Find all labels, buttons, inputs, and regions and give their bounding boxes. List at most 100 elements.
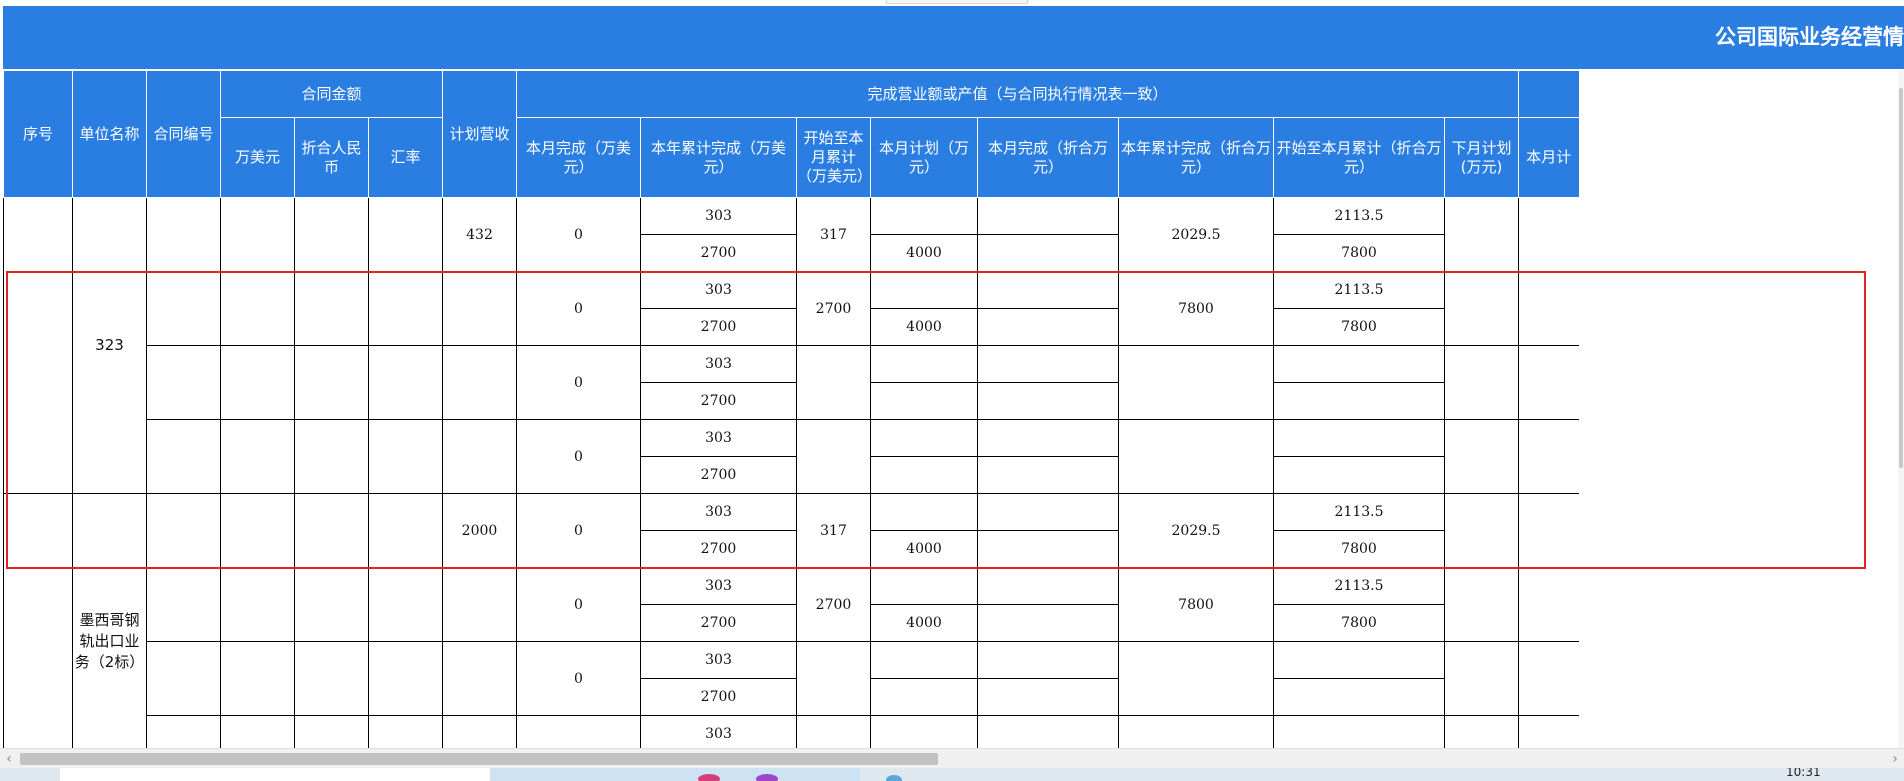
horizontal-scroll-thumb[interactable] <box>20 753 938 765</box>
rate-cell[interactable] <box>368 715 443 748</box>
rate-cell[interactable] <box>368 197 443 272</box>
contract-no-cell[interactable] <box>146 271 221 346</box>
year-cny-cell[interactable]: 7800 <box>1118 567 1274 642</box>
total-cny-cell[interactable] <box>1273 345 1445 383</box>
rmb-cell[interactable] <box>294 715 369 748</box>
month-cny-cell[interactable] <box>977 567 1119 605</box>
total-cny-cell[interactable]: 7800 <box>1273 234 1445 272</box>
contract-no-cell[interactable] <box>146 567 221 642</box>
taskbar-window-preview[interactable] <box>490 768 860 781</box>
next-plan-cell[interactable] <box>1444 271 1519 346</box>
usd-cell[interactable] <box>220 345 295 420</box>
month-usd-cell[interactable]: 0 <box>516 493 641 568</box>
plan-cell[interactable] <box>870 456 978 494</box>
year-usd-cell[interactable]: 303 <box>640 197 797 235</box>
month-cny-cell[interactable] <box>977 715 1119 748</box>
contract-no-cell[interactable] <box>146 641 221 716</box>
month-cny-cell[interactable] <box>977 419 1119 457</box>
usd-cell[interactable] <box>220 567 295 642</box>
plan-revenue-cell[interactable]: 2000 <box>442 493 517 568</box>
plan-revenue-cell[interactable] <box>442 567 517 642</box>
usd-cell[interactable] <box>220 493 295 568</box>
total-usd-cell[interactable] <box>796 345 871 420</box>
rmb-cell[interactable] <box>294 197 369 272</box>
total-cny-cell[interactable]: 7800 <box>1273 604 1445 642</box>
horizontal-scrollbar[interactable]: ‹ › <box>0 748 1904 769</box>
total-cny-cell[interactable] <box>1273 678 1445 716</box>
vertical-scrollbar[interactable] <box>1898 70 1904 748</box>
plan-cell[interactable]: 4000 <box>870 530 978 568</box>
total-cny-cell[interactable] <box>1273 456 1445 494</box>
rmb-cell[interactable] <box>294 641 369 716</box>
plan-cell[interactable] <box>870 197 978 235</box>
total-cny-cell[interactable]: 7800 <box>1273 308 1445 346</box>
year-cny-cell[interactable] <box>1118 715 1274 748</box>
month-cny-cell[interactable] <box>977 308 1119 346</box>
next-plan-cell[interactable] <box>1444 567 1519 642</box>
month-usd-cell[interactable]: 0 <box>516 345 641 420</box>
year-cny-cell[interactable] <box>1118 345 1274 420</box>
seq-cell[interactable] <box>3 197 73 494</box>
rate-cell[interactable] <box>368 493 443 568</box>
plan-revenue-cell[interactable] <box>442 271 517 346</box>
total-cny-cell[interactable]: 2113.5 <box>1273 493 1445 531</box>
month-cny-cell[interactable] <box>977 530 1119 568</box>
plan-revenue-cell[interactable] <box>442 641 517 716</box>
month-usd-cell[interactable] <box>516 715 641 748</box>
taskbar-app-icon[interactable] <box>698 774 720 781</box>
year-usd-cell[interactable]: 303 <box>640 419 797 457</box>
month-usd-cell[interactable]: 0 <box>516 419 641 494</box>
month-cny-cell[interactable] <box>977 678 1119 716</box>
month-cny-cell[interactable] <box>977 641 1119 679</box>
year-usd-cell[interactable]: 2700 <box>640 308 797 346</box>
plan-cell[interactable] <box>870 345 978 383</box>
year-usd-cell[interactable]: 303 <box>640 271 797 309</box>
total-usd-cell[interactable]: 2700 <box>796 271 871 346</box>
total-usd-cell[interactable] <box>796 715 871 748</box>
total-cny-cell[interactable] <box>1273 715 1445 748</box>
month-cny-cell[interactable] <box>977 382 1119 420</box>
plan-cell[interactable] <box>870 382 978 420</box>
month-cny-cell[interactable] <box>977 345 1119 383</box>
year-usd-cell[interactable]: 2700 <box>640 456 797 494</box>
month-usd-cell[interactable]: 0 <box>516 641 641 716</box>
next-plan-cell[interactable] <box>1444 715 1519 748</box>
month-cny-cell[interactable] <box>977 456 1119 494</box>
rate-cell[interactable] <box>368 345 443 420</box>
usd-cell[interactable] <box>220 641 295 716</box>
usd-cell[interactable] <box>220 197 295 272</box>
cut-cell[interactable] <box>1518 419 1579 494</box>
plan-revenue-cell[interactable] <box>442 419 517 494</box>
total-cny-cell[interactable]: 2113.5 <box>1273 567 1445 605</box>
plan-revenue-cell[interactable] <box>442 345 517 420</box>
plan-cell[interactable] <box>870 493 978 531</box>
year-cny-cell[interactable] <box>1118 419 1274 494</box>
cut-cell[interactable] <box>1518 197 1579 272</box>
rmb-cell[interactable] <box>294 419 369 494</box>
month-usd-cell[interactable]: 0 <box>516 567 641 642</box>
year-cny-cell[interactable]: 7800 <box>1118 271 1274 346</box>
usd-cell[interactable] <box>220 419 295 494</box>
total-usd-cell[interactable] <box>796 641 871 716</box>
total-cny-cell[interactable] <box>1273 382 1445 420</box>
year-usd-cell[interactable]: 2700 <box>640 678 797 716</box>
rate-cell[interactable] <box>368 567 443 642</box>
contract-no-cell[interactable] <box>146 493 221 568</box>
rmb-cell[interactable] <box>294 271 369 346</box>
scroll-right-arrow[interactable]: › <box>1886 749 1904 769</box>
total-usd-cell[interactable] <box>796 419 871 494</box>
plan-cell[interactable]: 4000 <box>870 604 978 642</box>
plan-revenue-cell[interactable]: 432 <box>442 197 517 272</box>
plan-revenue-cell[interactable] <box>442 715 517 748</box>
unit-name-cell[interactable]: 323 <box>72 197 147 494</box>
total-usd-cell[interactable]: 317 <box>796 197 871 272</box>
plan-cell[interactable] <box>870 715 978 748</box>
year-usd-cell[interactable]: 2700 <box>640 530 797 568</box>
year-cny-cell[interactable]: 2029.5 <box>1118 197 1274 272</box>
unit-name-cell[interactable]: 墨西哥钢轨出口业务（2标） <box>72 493 147 748</box>
cut-cell[interactable] <box>1518 493 1579 568</box>
contract-no-cell[interactable] <box>146 197 221 272</box>
year-usd-cell[interactable]: 2700 <box>640 382 797 420</box>
year-usd-cell[interactable]: 303 <box>640 567 797 605</box>
total-usd-cell[interactable]: 317 <box>796 493 871 568</box>
